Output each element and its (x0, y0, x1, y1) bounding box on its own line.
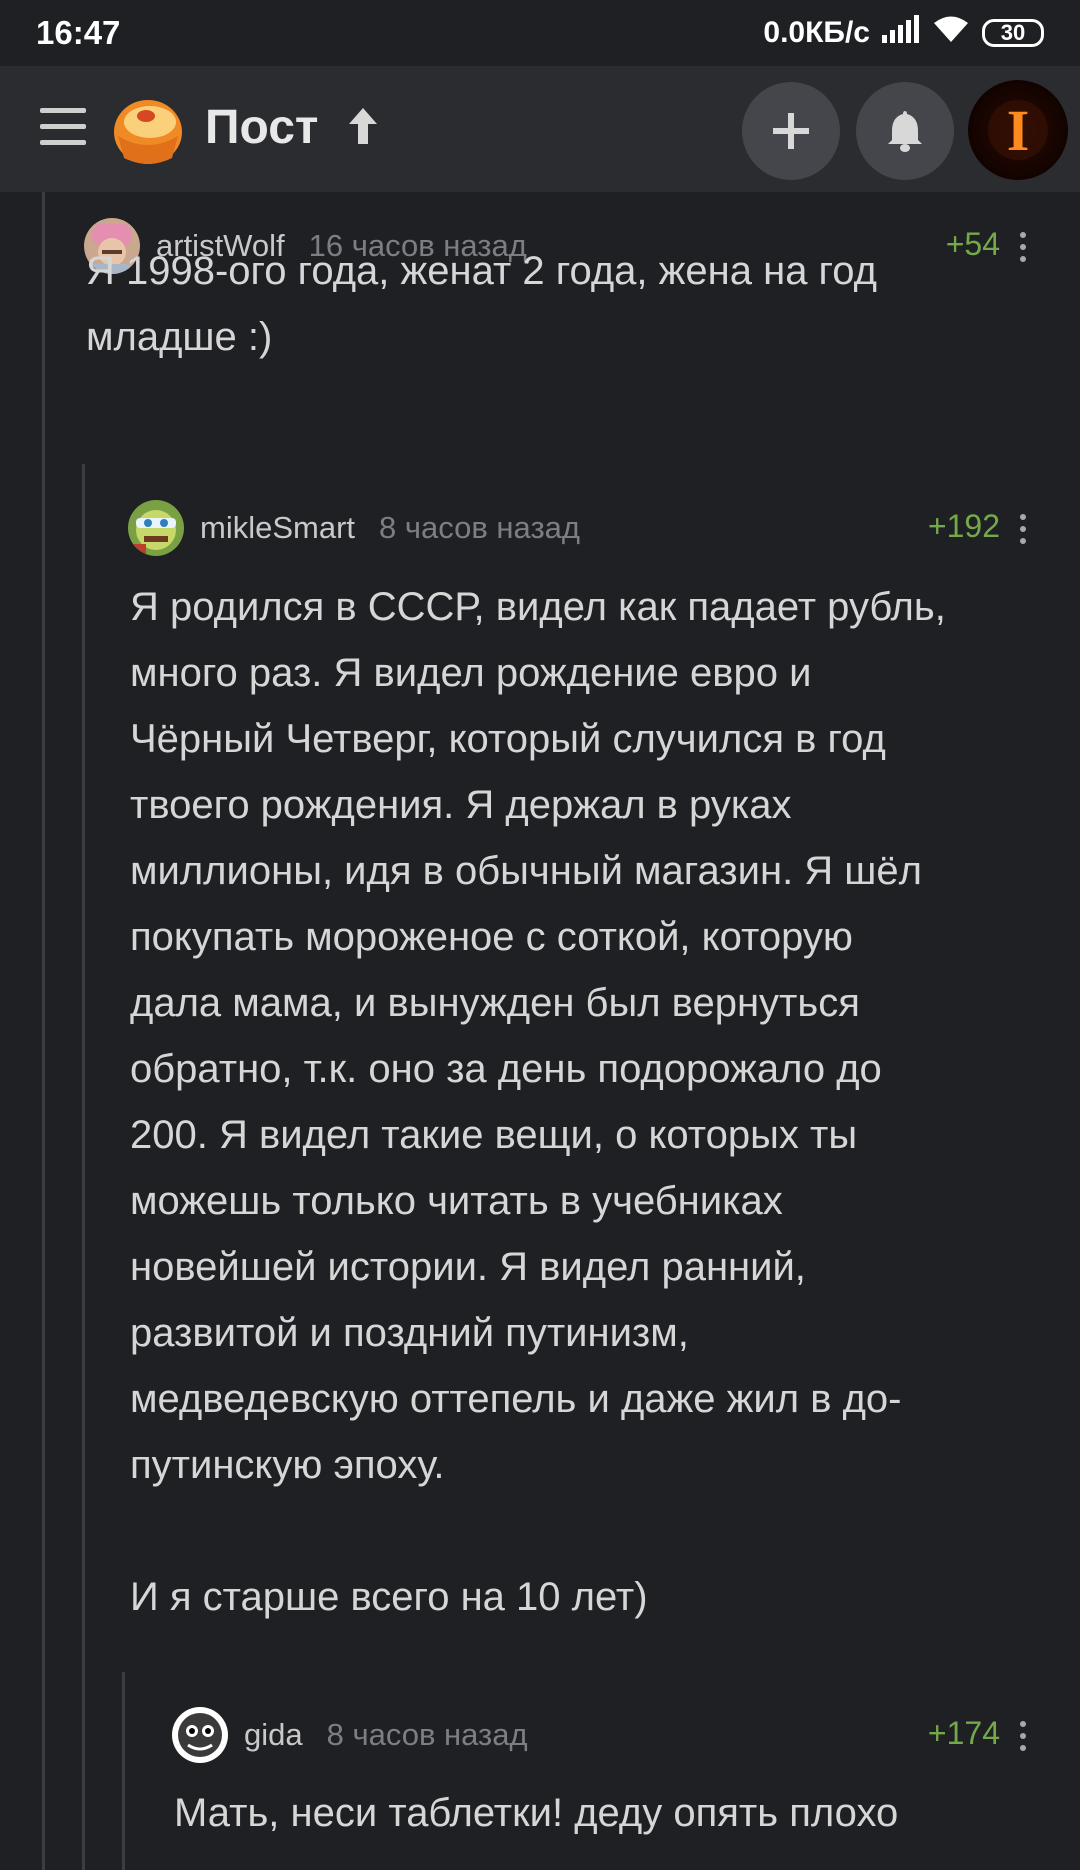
notifications-button[interactable] (856, 82, 954, 180)
comment-line: развитой и поздний путинизм, (130, 1311, 689, 1355)
comment-line: миллионы, идя в обычный магазин. Я шёл (130, 849, 922, 893)
app-bar: Пост I (0, 66, 1080, 192)
comment-header: mikleSmart 8 часов назад (128, 498, 580, 558)
wifi-icon (932, 14, 970, 52)
comment-line: много раз. Я видел рождение евро и (130, 651, 812, 695)
more-options-icon[interactable] (1020, 514, 1028, 550)
comment-line: новейшей истории. Я видел ранний, (130, 1245, 806, 1289)
comment-header: gida 8 часов назад (172, 1705, 528, 1765)
comment-line: Мать, неси таблетки! деду опять плохо (174, 1791, 899, 1835)
comment-body: Я родился в СССР, видел как падает рубль… (130, 574, 1060, 1630)
thread-line (82, 464, 85, 1870)
comment-line: можешь только читать в учебниках (130, 1179, 783, 1223)
comment-body: Я 1998-ого года, женат 2 года, жена на г… (86, 238, 1046, 370)
status-bar: 16:47 0.0КБ/с 30 (0, 0, 1080, 66)
pikabu-logo[interactable] (110, 92, 186, 168)
plus-icon (773, 113, 809, 149)
comment-line: твоего рождения. Я держал в руках (130, 783, 792, 827)
page-title: Пост (205, 101, 319, 154)
comment-line: младше :) (86, 315, 273, 359)
signal-icon (882, 15, 920, 51)
comment-line: Я родился в СССР, видел как падает рубль… (130, 585, 946, 629)
thread-line (42, 192, 45, 1870)
status-indicators: 0.0КБ/с 30 (763, 14, 1044, 52)
comment-username[interactable]: gida (244, 1717, 303, 1753)
comments-section: artistWolf 16 часов назад +54 Я 1998-ого… (0, 192, 1080, 1870)
comment-line: Чёрный Четверг, который случился в год (130, 717, 886, 761)
add-post-button[interactable] (742, 82, 840, 180)
comment-time: 8 часов назад (379, 510, 580, 545)
bell-icon (888, 111, 922, 152)
arrow-up-icon[interactable] (343, 104, 383, 148)
menu-icon[interactable] (40, 108, 86, 148)
comment-line: дала мама, и вынужден был вернуться (130, 981, 860, 1025)
network-speed: 0.0КБ/с (763, 16, 870, 49)
comment-score: +174 (927, 1715, 1000, 1751)
status-time: 16:47 (36, 14, 121, 51)
comment-line: Я 1998-ого года, женат 2 года, жена на г… (86, 249, 877, 293)
comment-username[interactable]: mikleSmart (200, 510, 355, 546)
avatar-letter: I (1007, 98, 1030, 163)
user-avatar[interactable]: I (968, 80, 1068, 180)
comment-line: обратно, т.к. оно за день подорожало до (130, 1047, 882, 1091)
comment-score: +192 (927, 508, 1000, 544)
battery-icon: 30 (982, 19, 1044, 47)
avatar[interactable] (128, 500, 184, 556)
comment-line: покупать мороженое с соткой, которую (130, 915, 853, 959)
comment-line: И я старше всего на 10 лет) (130, 1575, 648, 1619)
comment-line: путинскую эпоху. (130, 1443, 445, 1487)
avatar[interactable] (172, 1707, 228, 1763)
comment-time: 8 часов назад (326, 1717, 528, 1752)
comment-line: медведевскую оттепель и даже жил в до- (130, 1377, 902, 1421)
comment-body: Мать, неси таблетки! деду опять плохо (174, 1780, 1064, 1846)
more-options-icon[interactable] (1020, 1721, 1028, 1757)
comment-line: 200. Я видел такие вещи, о которых ты (130, 1113, 858, 1157)
thread-line (122, 1672, 125, 1870)
